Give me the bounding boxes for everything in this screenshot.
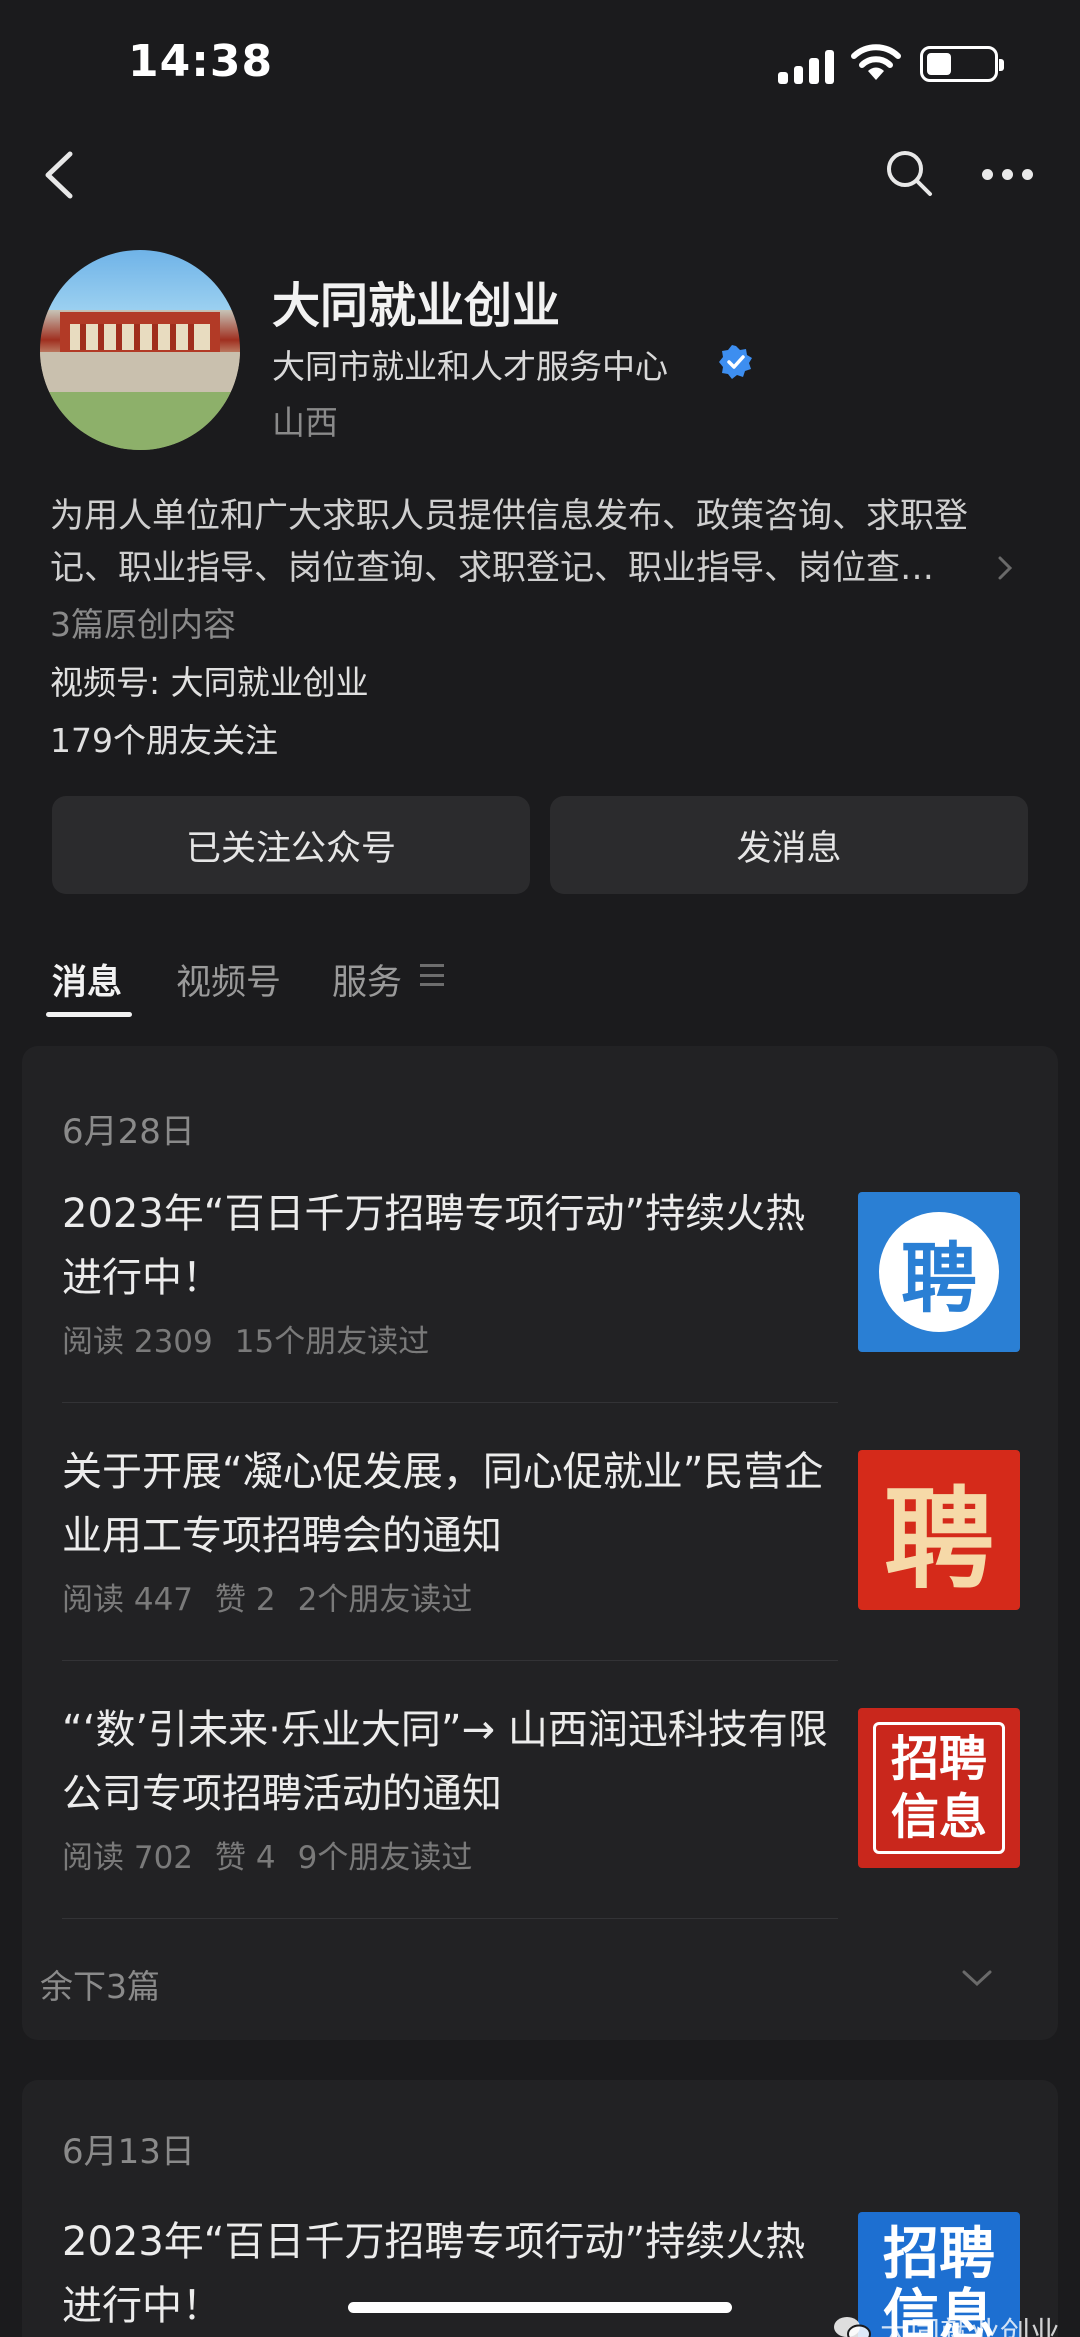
tab-messages[interactable]: 消息 bbox=[52, 954, 122, 1005]
tab-video-channel[interactable]: 视频号 bbox=[176, 954, 281, 1005]
back-icon[interactable] bbox=[40, 148, 80, 202]
location: 山西 bbox=[272, 403, 338, 442]
followed-button[interactable]: 已关注公众号 bbox=[52, 796, 530, 894]
friends-read: 9个朋友读过 bbox=[297, 1840, 473, 1876]
message-date: 6月28日 bbox=[62, 1112, 195, 1152]
friends-read: 2个朋友读过 bbox=[297, 1582, 473, 1618]
divider bbox=[62, 1660, 838, 1661]
verified-icon bbox=[719, 345, 752, 379]
divider bbox=[62, 1918, 838, 1919]
article-title[interactable]: 关于开展“凝心促发展，同心促就业”民营企业用工专项招聘会的通知 bbox=[62, 1440, 832, 1568]
description-line: 记、职业指导、岗位查询、求职登记、职业指导、岗位查… bbox=[50, 548, 934, 588]
description-line: 为用人单位和广大求职人员提供信息发布、政策咨询、求职登 bbox=[50, 496, 968, 536]
article-meta: 阅读 702 赞 4 9个朋友读过 bbox=[62, 1832, 494, 1877]
more-icon[interactable] bbox=[982, 164, 1034, 184]
read-count: 阅读 447 bbox=[62, 1582, 194, 1618]
read-count: 阅读 702 bbox=[62, 1840, 194, 1876]
article-thumbnail[interactable]: 聘 bbox=[858, 1192, 1020, 1352]
message-group-card: 6月13日 2023年“百日千万招聘专项行动”持续火热进行中！ 招聘 信息 bbox=[22, 2080, 1058, 2337]
video-channel[interactable]: 视频号: 大同就业创业 bbox=[50, 656, 369, 704]
divider bbox=[62, 1402, 838, 1403]
thumbnail-text: 信息 bbox=[890, 1789, 987, 1845]
thumbnail-text: 招聘 bbox=[890, 1731, 987, 1787]
watermark-text: 大同就业创业 bbox=[880, 2316, 1060, 2337]
account-description[interactable]: 为用人单位和广大求职人员提供信息发布、政策咨询、求职登 记、职业指导、岗位查询、… bbox=[50, 490, 1030, 594]
article-meta: 阅读 447 赞 2 2个朋友读过 bbox=[62, 1574, 494, 1619]
watermark: 大同就业创业 bbox=[832, 2308, 1060, 2337]
thumbnail-text: 聘 bbox=[879, 1212, 999, 1332]
chevron-down-icon[interactable] bbox=[960, 1966, 994, 1990]
home-indicator[interactable] bbox=[348, 2302, 732, 2313]
message-date: 6月13日 bbox=[62, 2132, 195, 2172]
account-name: 大同就业创业 bbox=[272, 278, 561, 334]
signal-icon bbox=[778, 44, 834, 84]
friends-following[interactable]: 179个朋友关注 bbox=[50, 714, 278, 762]
read-count: 阅读 2309 bbox=[62, 1324, 213, 1360]
wechat-icon bbox=[834, 2317, 871, 2337]
article-title[interactable]: “‘数’引未来·乐业大同”→ 山西润迅科技有限公司专项招聘活动的通知 bbox=[62, 1698, 832, 1826]
remaining-articles[interactable]: 余下3篇 bbox=[40, 1960, 160, 2008]
status-time: 14:38 bbox=[128, 36, 274, 87]
wifi-icon bbox=[851, 44, 901, 80]
message-group-card: 6月28日 2023年“百日千万招聘专项行动”持续火热进行中！ 阅读 2309 1… bbox=[22, 1046, 1058, 2040]
active-tab-indicator bbox=[46, 1012, 132, 1017]
organization-name[interactable]: 大同市就业和人才服务中心 bbox=[272, 340, 668, 388]
chevron-right-icon[interactable] bbox=[994, 550, 1018, 586]
tab-services[interactable]: 服务 bbox=[332, 954, 402, 1005]
send-message-button[interactable]: 发消息 bbox=[550, 796, 1028, 894]
article-meta: 阅读 2309 15个朋友读过 bbox=[62, 1316, 451, 1361]
thumbnail-text: 招聘 bbox=[883, 2222, 995, 2287]
like-count: 赞 4 bbox=[215, 1840, 276, 1876]
thumbnail-text: 聘 bbox=[884, 1475, 994, 1604]
friends-read: 15个朋友读过 bbox=[234, 1324, 430, 1360]
like-count: 赞 2 bbox=[215, 1582, 276, 1618]
menu-icon[interactable] bbox=[420, 964, 444, 986]
battery-icon bbox=[920, 46, 1004, 82]
avatar[interactable] bbox=[40, 250, 240, 450]
search-icon[interactable] bbox=[884, 148, 934, 198]
article-thumbnail[interactable]: 招聘 信息 bbox=[858, 1708, 1020, 1868]
article-title[interactable]: 2023年“百日千万招聘专项行动”持续火热进行中！ bbox=[62, 2210, 832, 2337]
original-content-count[interactable]: 3篇原创内容 bbox=[50, 598, 236, 646]
article-title[interactable]: 2023年“百日千万招聘专项行动”持续火热进行中！ bbox=[62, 1182, 832, 1310]
article-thumbnail[interactable]: 聘 bbox=[858, 1450, 1020, 1610]
